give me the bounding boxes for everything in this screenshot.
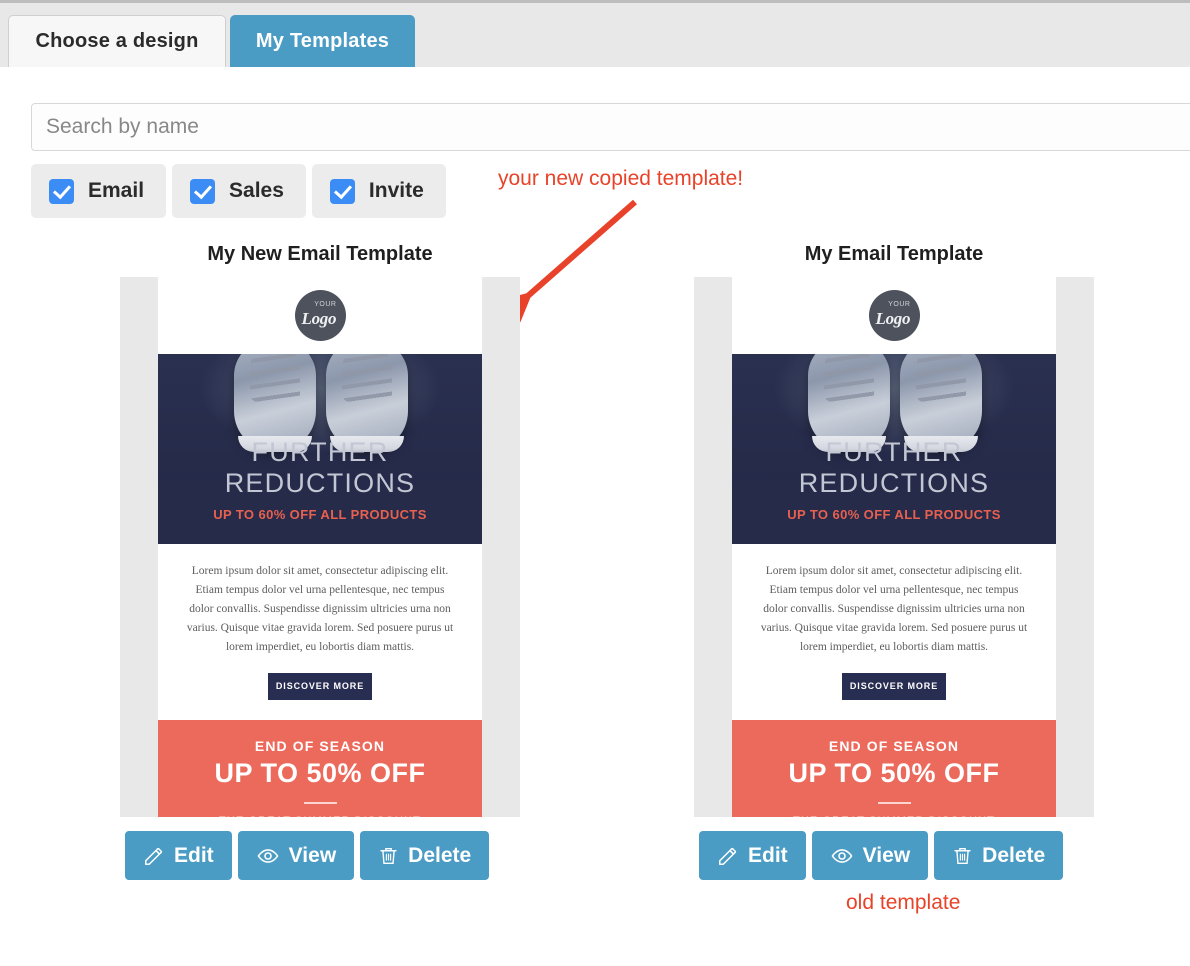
- promo-subtitle: THE GREAT SUMMER DISCOUNT: [158, 815, 482, 817]
- delete-button[interactable]: Delete: [360, 831, 490, 880]
- pencil-icon: [719, 847, 737, 865]
- discover-more-button[interactable]: DISCOVER MORE: [842, 672, 946, 700]
- promo-headline: UP TO 50% OFF: [214, 757, 426, 788]
- discover-more-button[interactable]: DISCOVER MORE: [268, 672, 372, 700]
- filter-label-sales: Sales: [229, 179, 284, 202]
- edit-button[interactable]: Edit: [125, 831, 232, 880]
- logo-word-text: Logo: [301, 309, 337, 328]
- sneaker-laces-right: [916, 354, 966, 402]
- trash-icon: [380, 847, 397, 864]
- template-preview[interactable]: YOUR Logo FURTHER REDUCTIONS UP TO 60% O…: [120, 277, 520, 817]
- tab-bar: Choose a design My Templates: [0, 3, 1190, 67]
- eye-icon: [831, 848, 853, 863]
- filter-chip-invite[interactable]: Invite: [311, 164, 446, 218]
- filter-label-invite: Invite: [368, 179, 424, 202]
- hero-headline: FURTHER REDUCTIONS: [224, 437, 416, 498]
- sneaker-laces-right: [342, 354, 392, 402]
- filter-group: Email Sales Invite: [31, 164, 446, 218]
- delete-button-label: Delete: [982, 843, 1046, 867]
- logo-icon: YOUR Logo: [294, 290, 346, 341]
- eye-icon: [257, 848, 279, 863]
- view-button-label: View: [862, 843, 911, 867]
- logo-word-text: Logo: [875, 309, 911, 328]
- tab-choose-a-design[interactable]: Choose a design: [8, 15, 226, 67]
- edit-button-label: Edit: [174, 843, 214, 867]
- delete-button-label: Delete: [408, 843, 472, 867]
- view-button[interactable]: View: [811, 831, 929, 880]
- pencil-icon: [145, 847, 163, 865]
- promo-kicker: END OF SEASON: [254, 737, 386, 754]
- checkbox-email[interactable]: [49, 178, 74, 204]
- email-body-block: Lorem ipsum dolor sit amet, consectetur …: [732, 544, 1056, 700]
- email-logo-block: YOUR Logo: [732, 277, 1056, 354]
- template-preview-canvas: YOUR Logo FURTHER REDUCTIONS UP TO 60% O…: [732, 277, 1056, 817]
- hero-headline: FURTHER REDUCTIONS: [798, 437, 990, 498]
- edit-button[interactable]: Edit: [699, 831, 806, 880]
- sneaker-laces-left: [824, 354, 874, 402]
- logo-your-text: YOUR: [314, 301, 337, 308]
- search-input[interactable]: [31, 103, 1190, 151]
- view-button-label: View: [288, 843, 337, 867]
- template-card: My Email Template YOUR Logo FURTHER REDU…: [694, 243, 1094, 880]
- filter-chip-sales[interactable]: Sales: [172, 164, 306, 218]
- template-actions: Edit View Delete: [120, 831, 520, 880]
- hero-subheadline: UP TO 60% OFF ALL PRODUCTS: [787, 507, 1001, 522]
- email-body-text: Lorem ipsum dolor sit amet, consectetur …: [760, 565, 1028, 653]
- annotation-old-template: old template: [846, 891, 961, 914]
- view-button[interactable]: View: [237, 831, 355, 880]
- email-promo-block: END OF SEASON UP TO 50% OFF THE GREAT SU…: [158, 719, 482, 817]
- delete-button[interactable]: Delete: [934, 831, 1064, 880]
- template-preview[interactable]: YOUR Logo FURTHER REDUCTIONS UP TO 60% O…: [694, 277, 1094, 817]
- email-hero-image: FURTHER REDUCTIONS UP TO 60% OFF ALL PRO…: [732, 354, 1056, 544]
- promo-kicker: END OF SEASON: [828, 737, 960, 754]
- email-hero-image: FURTHER REDUCTIONS UP TO 60% OFF ALL PRO…: [158, 354, 482, 544]
- promo-divider: [303, 801, 337, 804]
- logo-icon: YOUR Logo: [868, 290, 920, 341]
- search-bar: [31, 103, 1190, 151]
- template-preview-canvas: YOUR Logo FURTHER REDUCTIONS UP TO 60% O…: [158, 277, 482, 817]
- tab-my-templates[interactable]: My Templates: [230, 15, 415, 67]
- email-promo-block: END OF SEASON UP TO 50% OFF THE GREAT SU…: [732, 719, 1056, 817]
- checkbox-invite[interactable]: [329, 178, 355, 204]
- edit-button-label: Edit: [748, 843, 788, 867]
- trash-icon: [954, 847, 971, 864]
- template-title: My New Email Template: [207, 243, 433, 265]
- checkbox-sales[interactable]: [190, 178, 216, 204]
- hero-subheadline: UP TO 60% OFF ALL PRODUCTS: [213, 507, 427, 522]
- sneaker-laces-left: [250, 354, 300, 402]
- promo-divider: [877, 801, 911, 804]
- logo-your-text: YOUR: [888, 301, 911, 308]
- email-body-block: Lorem ipsum dolor sit amet, consectetur …: [158, 544, 482, 700]
- email-logo-block: YOUR Logo: [158, 277, 482, 354]
- promo-subtitle: THE GREAT SUMMER DISCOUNT: [732, 815, 1056, 817]
- template-title: My Email Template: [804, 243, 984, 265]
- filter-label-email: Email: [88, 179, 145, 202]
- email-body-text: Lorem ipsum dolor sit amet, consectetur …: [186, 565, 454, 653]
- filter-chip-email[interactable]: Email: [31, 164, 167, 218]
- annotation-new-copied-template: your new copied template!: [498, 167, 744, 190]
- promo-headline: UP TO 50% OFF: [788, 757, 1000, 788]
- template-actions: Edit View Delete: [694, 831, 1094, 880]
- template-card: My New Email Template YOUR Logo FURTHER …: [120, 243, 520, 880]
